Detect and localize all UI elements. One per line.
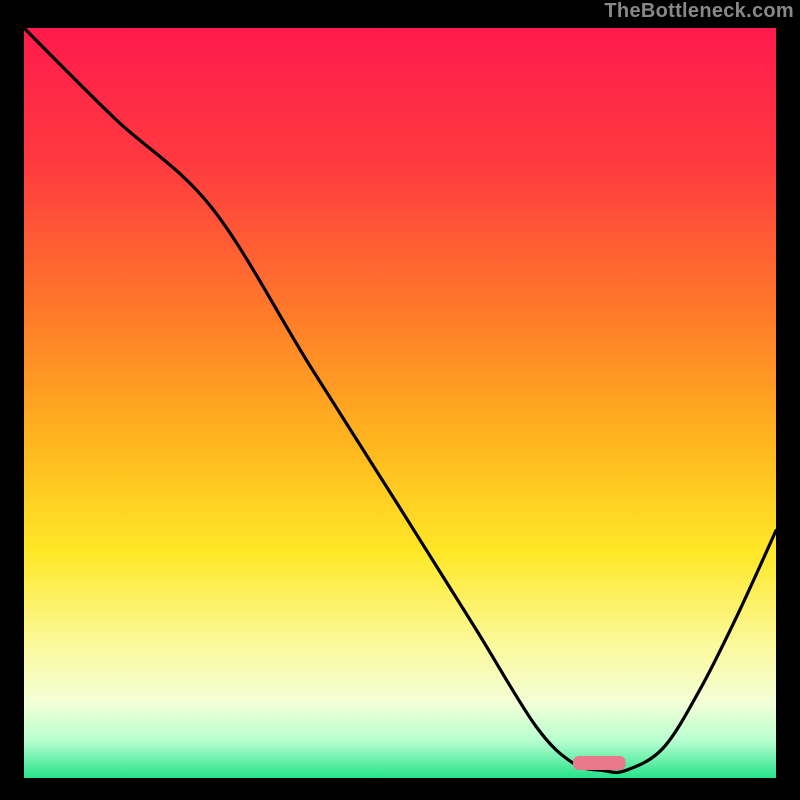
optimal-marker — [573, 756, 626, 770]
chart-container — [24, 28, 776, 778]
bottleneck-chart — [24, 28, 776, 778]
watermark-text: TheBottleneck.com — [604, 0, 794, 23]
gradient-background — [24, 28, 776, 778]
